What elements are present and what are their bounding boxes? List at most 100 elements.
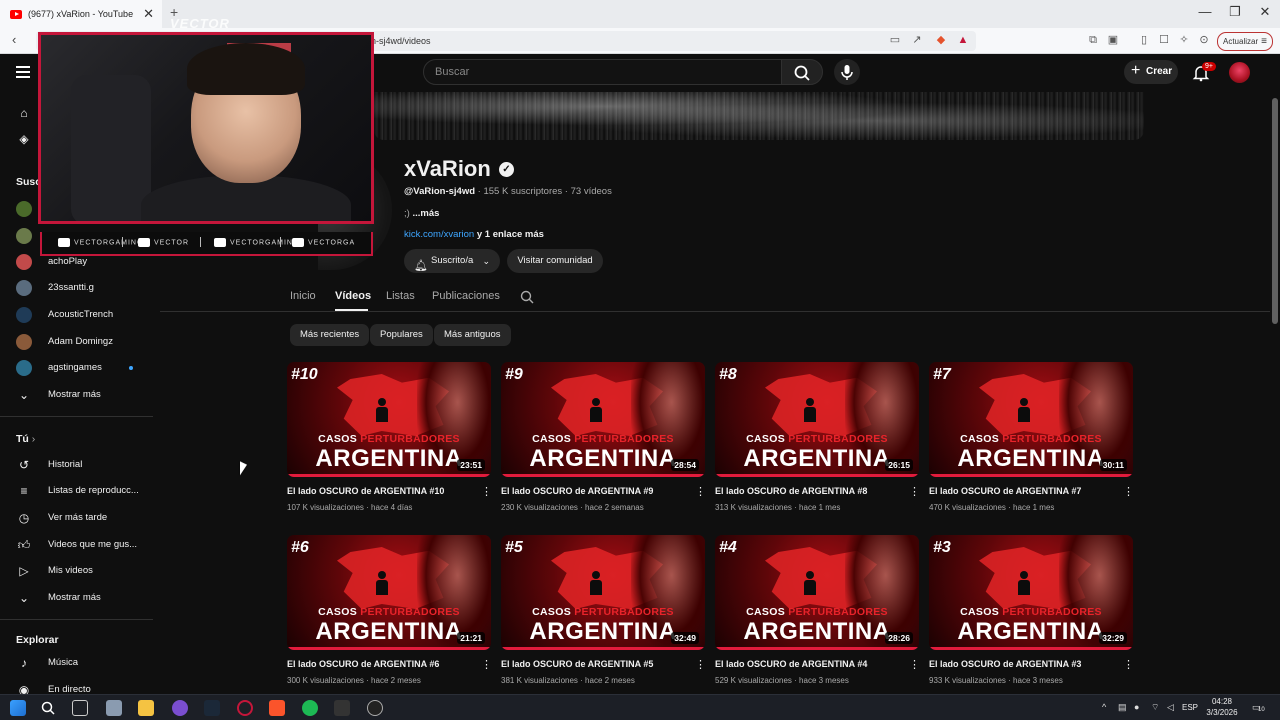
more-options-icon[interactable]: ⋮ (1123, 486, 1134, 500)
app-icon[interactable] (106, 700, 122, 716)
tab-close-icon[interactable]: ✕ (143, 6, 154, 22)
screenshot-icon[interactable]: ▭ (888, 33, 902, 47)
chip-popular[interactable]: Populares (370, 324, 433, 346)
video-card[interactable]: #6 CASOS PERTURBADORES ARGENTINA 21:21 El la… (287, 535, 492, 695)
kick-link[interactable]: kick.com/xvarion (404, 229, 474, 240)
wifi-icon[interactable]: ⌔ (1151, 702, 1159, 713)
sidebar-item-watch-later[interactable]: ◷ Ver más tarde (0, 505, 156, 531)
sidebar-item-live[interactable]: ◉ En directo (0, 677, 156, 694)
more-options-icon[interactable]: ⋮ (695, 659, 706, 673)
subscribed-button[interactable]: 🔔︎ Suscrito/a ⌄ (404, 249, 500, 273)
search-icon[interactable] (40, 700, 56, 716)
sidebar-sub-item[interactable]: agstingames (0, 355, 156, 381)
sidebar-toggle-icon[interactable]: ▯ (1137, 33, 1151, 47)
video-title[interactable]: El lado OSCURO de ARGENTINA #9 (501, 486, 691, 496)
tab-videos[interactable]: Vídeos (335, 290, 371, 302)
sidebar-item-music[interactable]: ♪ Música (0, 650, 156, 676)
more-options-icon[interactable]: ⋮ (481, 486, 492, 500)
task-view-icon[interactable] (72, 700, 88, 716)
sidebar-sub-item[interactable]: Adam Domingz (0, 329, 156, 355)
close-window-button[interactable]: ✕ (1250, 4, 1280, 20)
wallet-icon[interactable]: ▣ (1106, 33, 1120, 47)
video-thumbnail[interactable]: #8 CASOS PERTURBADORES ARGENTINA 26:15 (715, 362, 919, 477)
sidebar-sub-item[interactable]: 23ssantti.g (0, 275, 156, 301)
ai-assistant-icon[interactable]: ✧ (1177, 33, 1191, 47)
video-title[interactable]: El lado OSCURO de ARGENTINA #4 (715, 659, 905, 669)
video-thumbnail[interactable]: #7 CASOS PERTURBADORES ARGENTINA 30:11 (929, 362, 1133, 477)
obs-icon[interactable] (367, 700, 383, 716)
video-thumbnail[interactable]: #6 CASOS PERTURBADORES ARGENTINA 21:21 (287, 535, 491, 650)
more-options-icon[interactable]: ⋮ (1123, 659, 1134, 673)
channel-description[interactable]: ;) ...más (404, 208, 439, 219)
opera-gx-icon[interactable] (237, 700, 253, 716)
sidebar-item-playlists[interactable]: ≡ Listas de reproducc... (0, 478, 156, 504)
reading-list-icon[interactable]: ☐ (1157, 33, 1171, 47)
vpn-icon[interactable]: ⊙ (1197, 33, 1211, 47)
voice-search-button[interactable] (834, 59, 860, 85)
video-thumbnail[interactable]: #4 CASOS PERTURBADORES ARGENTINA 28:26 (715, 535, 919, 650)
video-thumbnail[interactable]: #10 CASOS PERTURBADORES ARGENTINA 23:51 (287, 362, 491, 477)
language-indicator[interactable]: ESP (1180, 703, 1200, 712)
scrollbar-thumb[interactable] (1272, 98, 1278, 324)
video-title[interactable]: El lado OSCURO de ARGENTINA #8 (715, 486, 905, 496)
tab-home[interactable]: Inicio (290, 290, 316, 302)
create-button[interactable]: + Crear (1124, 60, 1178, 84)
video-title[interactable]: El lado OSCURO de ARGENTINA #6 (287, 659, 477, 669)
more-links[interactable]: y 1 enlace más (477, 229, 544, 240)
you-title[interactable]: Tú › (16, 433, 35, 445)
minimize-button[interactable]: — (1190, 4, 1220, 19)
file-explorer-icon[interactable] (138, 700, 154, 716)
more-options-icon[interactable]: ⋮ (909, 659, 920, 673)
video-title[interactable]: El lado OSCURO de ARGENTINA #10 (287, 486, 477, 496)
search-button[interactable] (781, 59, 823, 85)
more-options-icon[interactable]: ⋮ (481, 659, 492, 673)
sidebar-item-my-videos[interactable]: ▷ Mis videos (0, 558, 156, 584)
brave-shield-icon[interactable]: ◆ (934, 33, 948, 47)
video-thumbnail[interactable]: #3 CASOS PERTURBADORES ARGENTINA 32:29 (929, 535, 1133, 650)
hamburger-menu-icon[interactable] (16, 66, 30, 78)
restore-button[interactable]: ❐ (1220, 4, 1250, 20)
chip-oldest[interactable]: Más antiguos (434, 324, 511, 346)
video-card[interactable]: #7 CASOS PERTURBADORES ARGENTINA 30:11 El la… (929, 362, 1134, 522)
video-card[interactable]: #4 CASOS PERTURBADORES ARGENTINA 28:26 El la… (715, 535, 920, 695)
browser-tab[interactable]: (9677) xVaRion - YouTube ✕ (0, 0, 162, 28)
video-title[interactable]: El lado OSCURO de ARGENTINA #3 (929, 659, 1119, 669)
back-icon[interactable]: ‹ (12, 32, 16, 47)
microphone-icon[interactable]: ● (1134, 702, 1139, 712)
clock-date[interactable]: 3/3/2026 (1204, 708, 1240, 717)
channel-search-icon[interactable] (520, 290, 534, 304)
sidebar-item-liked[interactable]: 👍︎ Videos que me gus... (0, 532, 156, 558)
clock-time[interactable]: 04:28 (1204, 697, 1240, 706)
video-card[interactable]: #8 CASOS PERTURBADORES ARGENTINA 26:15 El la… (715, 362, 920, 522)
network-icon[interactable]: ▤ (1118, 702, 1127, 713)
share-icon[interactable]: ↗ (910, 33, 924, 47)
tab-posts[interactable]: Publicaciones (432, 290, 500, 302)
capcut-icon[interactable] (334, 700, 350, 716)
video-thumbnail[interactable]: #9 CASOS PERTURBADORES ARGENTINA 28:54 (501, 362, 705, 477)
video-thumbnail[interactable]: #5 CASOS PERTURBADORES ARGENTINA 32:49 (501, 535, 705, 650)
video-title[interactable]: El lado OSCURO de ARGENTINA #7 (929, 486, 1119, 496)
chip-latest[interactable]: Más recientes (290, 324, 370, 346)
volume-icon[interactable]: ◁ (1167, 702, 1174, 713)
visit-community-button[interactable]: Visitar comunidad (507, 249, 603, 273)
account-avatar[interactable] (1229, 62, 1250, 83)
video-card[interactable]: #10 CASOS PERTURBADORES ARGENTINA 23:51 El l… (287, 362, 492, 522)
video-card[interactable]: #9 CASOS PERTURBADORES ARGENTINA 28:54 El la… (501, 362, 706, 522)
extensions-icon[interactable]: ⧉ (1086, 33, 1100, 47)
tab-playlists[interactable]: Listas (386, 290, 415, 302)
tray-overflow-icon[interactable]: ^ (1102, 702, 1106, 712)
more-options-icon[interactable]: ⋮ (909, 486, 920, 500)
rewards-icon[interactable]: ▲ (956, 33, 970, 47)
video-title[interactable]: El lado OSCURO de ARGENTINA #5 (501, 659, 691, 669)
more-link[interactable]: ...más (412, 208, 439, 219)
update-button[interactable]: Actualizar ≡ (1217, 32, 1273, 51)
windows-start-icon[interactable] (10, 700, 26, 716)
show-more-you[interactable]: ⌄ Mostrar más (0, 585, 156, 611)
video-card[interactable]: #5 CASOS PERTURBADORES ARGENTINA 32:49 El la… (501, 535, 706, 695)
video-card[interactable]: #3 CASOS PERTURBADORES ARGENTINA 32:29 El la… (929, 535, 1134, 695)
discord-icon[interactable] (172, 700, 188, 716)
brave-icon[interactable] (269, 700, 285, 716)
spotify-icon[interactable] (302, 700, 318, 716)
search-input[interactable]: Buscar (423, 59, 782, 85)
show-more-subscriptions[interactable]: ⌄ Mostrar más (0, 382, 156, 408)
